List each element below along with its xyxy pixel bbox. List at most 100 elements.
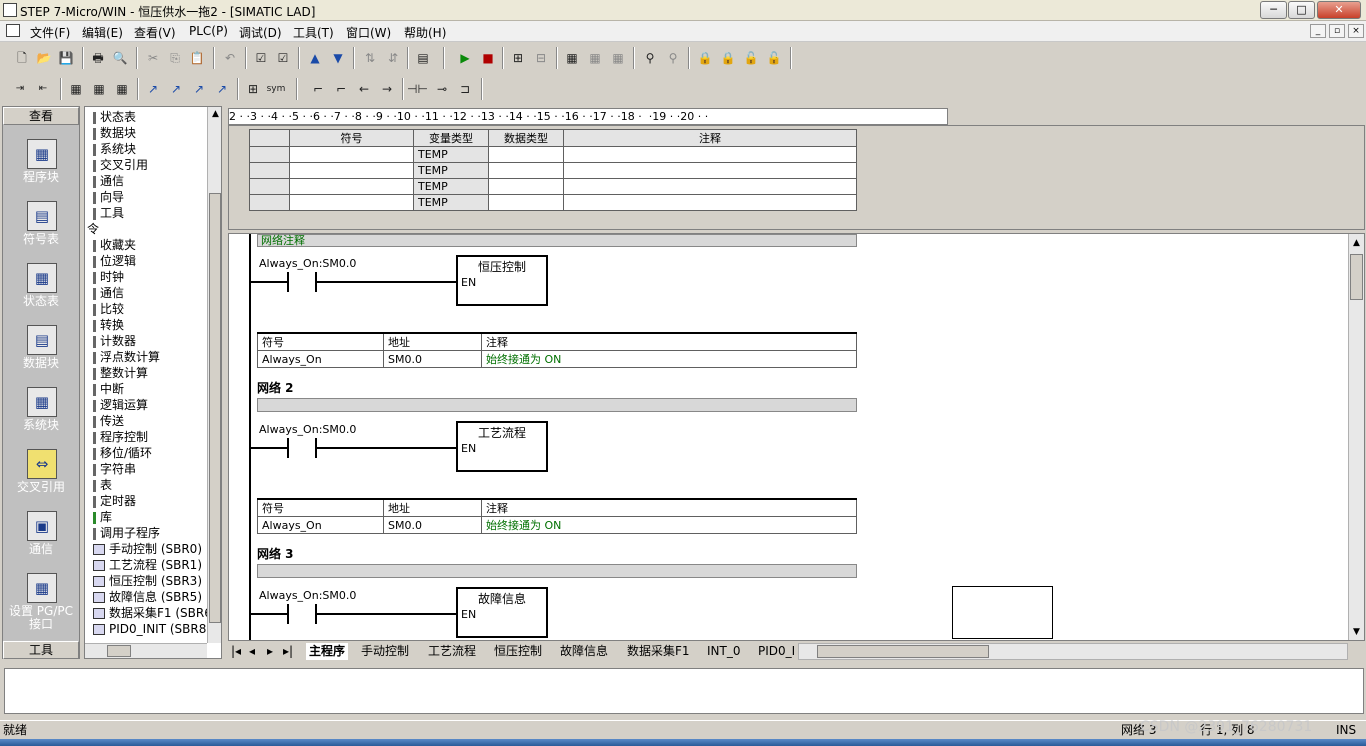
lock-all-icon[interactable]: 🔒 bbox=[718, 48, 738, 68]
tab-int0[interactable]: INT_0 bbox=[707, 643, 740, 660]
remove-bookmarks-icon[interactable]: ↗ bbox=[212, 79, 232, 99]
contact-icon[interactable]: ⊣⊢ bbox=[407, 79, 428, 99]
symbol-info-icon[interactable]: ▦ bbox=[112, 79, 132, 99]
tree-item[interactable]: 库 bbox=[93, 509, 112, 525]
col-symbol[interactable]: 符号 bbox=[289, 129, 414, 147]
call-box-hengya[interactable]: 恒压控制 EN bbox=[456, 255, 548, 306]
network-3-comment[interactable] bbox=[257, 564, 857, 578]
trend-icon[interactable]: ⊟ bbox=[531, 48, 551, 68]
col-comment[interactable]: 注释 bbox=[563, 129, 857, 147]
undo-icon[interactable]: ↶ bbox=[220, 48, 240, 68]
tree-item[interactable]: 时钟 bbox=[93, 269, 124, 285]
sort-desc-icon[interactable]: ⇵ bbox=[383, 48, 403, 68]
line-left-icon[interactable]: ← bbox=[354, 79, 374, 99]
lock-icon[interactable]: 🔒 bbox=[695, 48, 715, 68]
unlock-icon[interactable]: 🔓 bbox=[741, 48, 761, 68]
minimize-button[interactable]: ─ bbox=[1260, 1, 1287, 19]
compile-all-icon[interactable]: ☑ bbox=[273, 48, 293, 68]
box-icon[interactable]: ⊐ bbox=[455, 79, 475, 99]
tree-item[interactable]: 通信 bbox=[93, 285, 124, 301]
menu-plc[interactable]: PLC(P) bbox=[189, 24, 228, 38]
tree-subroutine[interactable]: 恒压控制 (SBR3) bbox=[93, 573, 202, 589]
bookmark-icon[interactable]: ↗ bbox=[143, 79, 163, 99]
tree-item[interactable]: 向导 bbox=[93, 189, 124, 205]
tab-pid0[interactable]: PID0_I bbox=[758, 643, 795, 660]
download-icon[interactable]: ▼ bbox=[328, 48, 348, 68]
tab-pressure[interactable]: 恒压控制 bbox=[494, 643, 542, 660]
tree-subroutine[interactable]: 手动控制 (SBR0) bbox=[93, 541, 202, 557]
tree-subroutine[interactable]: PID0_INIT (SBR8) bbox=[93, 621, 211, 637]
menu-edit[interactable]: 编辑(E) bbox=[82, 24, 123, 41]
network-comment-icon[interactable]: ▦ bbox=[89, 79, 109, 99]
stop-icon[interactable]: ■ bbox=[478, 48, 498, 68]
nav-item-status-chart[interactable]: ▦ 状态表 bbox=[3, 261, 79, 323]
print-preview-icon[interactable]: 🔍 bbox=[110, 48, 130, 68]
editor-scroll-up[interactable]: ▲ bbox=[1349, 236, 1364, 251]
network-comment[interactable]: 网络注释 bbox=[257, 234, 857, 247]
tab-next[interactable]: ▸ bbox=[267, 643, 273, 660]
editor-vscrollbar[interactable]: ▲ ▼ bbox=[1348, 234, 1364, 640]
editor-scroll-down[interactable]: ▼ bbox=[1349, 625, 1364, 640]
tab-process[interactable]: 工艺流程 bbox=[428, 643, 476, 660]
nav-footer-tools[interactable]: 工具 bbox=[3, 641, 79, 659]
symbol-table-icon[interactable]: ⊞ bbox=[243, 79, 263, 99]
tree-item[interactable]: 字符串 bbox=[93, 461, 136, 477]
network-2-comment[interactable] bbox=[257, 398, 857, 412]
tree-item[interactable]: 令 bbox=[87, 221, 99, 237]
tree-item[interactable]: 工具 bbox=[93, 205, 124, 221]
tree-hscroll-thumb[interactable] bbox=[107, 645, 131, 657]
tree-item[interactable]: 比较 bbox=[93, 301, 124, 317]
nav-item-symbol-table[interactable]: ▤ 符号表 bbox=[3, 199, 79, 261]
status-chart-icon[interactable]: ▦ bbox=[562, 48, 582, 68]
nav-header[interactable]: 查看 bbox=[3, 107, 79, 125]
menu-file[interactable]: 文件(F) bbox=[30, 24, 70, 41]
tree-scroll-up[interactable]: ▲ bbox=[208, 107, 221, 122]
tab-main[interactable]: 主程序 bbox=[306, 643, 349, 660]
nav-item-communication[interactable]: ▣ 通信 bbox=[3, 509, 79, 571]
tab-prev[interactable]: ◂ bbox=[249, 643, 255, 660]
paste-icon[interactable]: 📋 bbox=[187, 48, 207, 68]
tree-item[interactable]: 交叉引用 bbox=[93, 157, 148, 173]
copy-icon[interactable]: ⎘ bbox=[165, 48, 185, 68]
menu-tools[interactable]: 工具(T) bbox=[293, 24, 334, 41]
nav-item-program-block[interactable]: ▦ 程序块 bbox=[3, 137, 79, 199]
tab-first[interactable]: |◂ bbox=[231, 643, 241, 660]
line-right-icon[interactable]: → bbox=[377, 79, 397, 99]
chart-write-icon[interactable]: ▦ bbox=[608, 48, 628, 68]
empty-box[interactable] bbox=[952, 586, 1053, 639]
coil-icon[interactable]: ⊸ bbox=[432, 79, 452, 99]
close-button[interactable]: ✕ bbox=[1317, 1, 1361, 19]
menu-view[interactable]: 查看(V) bbox=[134, 24, 176, 41]
tree-item[interactable]: 系统块 bbox=[93, 141, 136, 157]
tree-item[interactable]: 通信 bbox=[93, 173, 124, 189]
tree-item[interactable]: 状态表 bbox=[93, 109, 136, 125]
options-icon[interactable]: ▤ bbox=[413, 48, 433, 68]
menu-debug[interactable]: 调试(D) bbox=[239, 24, 282, 41]
run-icon[interactable]: ▶ bbox=[455, 48, 475, 68]
menu-window[interactable]: 窗口(W) bbox=[346, 24, 391, 41]
tab-fault[interactable]: 故障信息 bbox=[560, 643, 608, 660]
prev-bookmark-icon[interactable]: ↗ bbox=[189, 79, 209, 99]
sort-asc-icon[interactable]: ⇅ bbox=[360, 48, 380, 68]
tree-item[interactable]: 收藏夹 bbox=[93, 237, 136, 253]
tree-item[interactable]: 位逻辑 bbox=[93, 253, 136, 269]
tab-data-collect[interactable]: 数据采集F1 bbox=[627, 643, 690, 660]
maximize-button[interactable]: □ bbox=[1288, 1, 1315, 19]
chart-read-icon[interactable]: ▦ bbox=[585, 48, 605, 68]
pou-comment-icon[interactable]: ▦ bbox=[66, 79, 86, 99]
upload-icon[interactable]: ▲ bbox=[305, 48, 325, 68]
symbolic-addressing-icon[interactable]: sym bbox=[266, 79, 286, 99]
tree-item[interactable]: 定时器 bbox=[93, 493, 136, 509]
tree-item[interactable]: 计数器 bbox=[93, 333, 136, 349]
force-icon[interactable]: ⚲ bbox=[640, 48, 660, 68]
tree-item[interactable]: 中断 bbox=[93, 381, 124, 397]
tree-item[interactable]: 移位/循环 bbox=[93, 445, 152, 461]
call-box-guzhang[interactable]: 故障信息 EN bbox=[456, 587, 548, 638]
tree-item[interactable]: 转换 bbox=[93, 317, 124, 333]
tree-subroutine[interactable]: 工艺流程 (SBR1) bbox=[93, 557, 202, 573]
call-box-gongyi[interactable]: 工艺流程 EN bbox=[456, 421, 548, 472]
print-icon[interactable]: 🖶 bbox=[88, 48, 108, 68]
mdi-minimize-button[interactable]: _ bbox=[1310, 24, 1326, 38]
tree-item[interactable]: 整数计算 bbox=[93, 365, 148, 381]
tree-item[interactable]: 程序控制 bbox=[93, 429, 148, 445]
